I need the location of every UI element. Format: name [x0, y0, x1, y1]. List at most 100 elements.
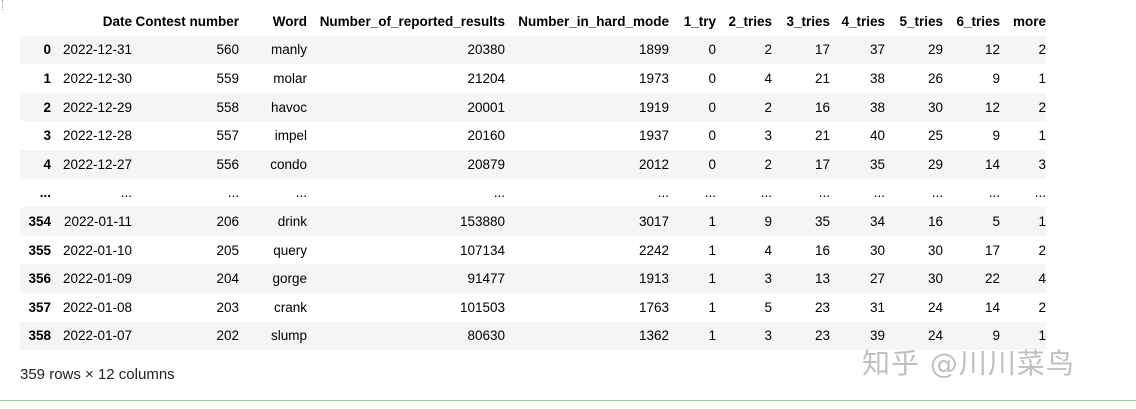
column-header: 3_tries — [772, 7, 830, 36]
table-cell: 13 — [814, 271, 830, 287]
table-cell: 2022-01-09 — [62, 271, 132, 287]
table-cell: 1913 — [638, 271, 669, 287]
table-cell: 14 — [984, 299, 1000, 315]
table-cell: 558 — [216, 99, 239, 115]
table-cell: 1 — [708, 271, 716, 287]
table-cell: 203 — [216, 299, 239, 315]
watermark: 知乎 @川川菜鸟 — [862, 347, 1075, 380]
column-header: Number_in_hard_mode — [505, 7, 669, 36]
table-cell: slump — [270, 328, 307, 344]
table-cell: 0 — [708, 70, 716, 86]
table-cell: 9 — [992, 70, 1000, 86]
table-cell: ... — [493, 185, 505, 201]
table-cell: 2 — [764, 99, 772, 115]
table-cell: 24 — [927, 299, 943, 315]
table-cell: 9 — [764, 213, 772, 229]
row-index: 0 — [43, 42, 51, 58]
table-cell: 80630 — [467, 328, 505, 344]
table-cell: 16 — [814, 99, 830, 115]
column-header: 4_tries — [830, 7, 885, 36]
table-cell: molar — [273, 70, 307, 86]
table-cell: ... — [931, 185, 943, 201]
dataframe-table: Date Contest number Word Number_of_reported… — [20, 7, 1046, 351]
dataframe-output: Date Contest number Word Number_of_reported… — [20, 7, 1046, 351]
table-cell: 35 — [869, 156, 885, 172]
table-cell: 27 — [869, 271, 885, 287]
table-cell: 12 — [984, 42, 1000, 58]
table-row: 355 2022-01-10 205 query 107134 2242 1 4 16 30 30 1… — [20, 235, 1046, 265]
table-cell: 2022-12-30 — [62, 70, 132, 86]
table-cell: 20380 — [467, 42, 505, 58]
table-cell: 202 — [216, 328, 239, 344]
table-cell: manly — [270, 42, 307, 58]
table-cell: 1 — [1038, 70, 1046, 86]
table-cell: 4 — [764, 70, 772, 86]
table-cell: 3 — [764, 271, 772, 287]
row-index: 357 — [28, 299, 51, 315]
row-index: 358 — [28, 328, 51, 344]
table-cell: 0 — [708, 156, 716, 172]
header-row: Date Contest number Word Number_of_reported… — [20, 7, 1046, 36]
table-cell: 2 — [764, 156, 772, 172]
table-cell: 29 — [927, 156, 943, 172]
table-cell: 2022-01-07 — [62, 328, 132, 344]
table-cell: 35 — [814, 213, 830, 229]
table-cell: ... — [988, 185, 1000, 201]
column-header: 2_tries — [716, 7, 772, 36]
column-header: 1_try — [669, 7, 716, 36]
table-cell: 1 — [1038, 213, 1046, 229]
row-index: 2 — [43, 99, 51, 115]
table-cell: ... — [120, 185, 132, 201]
table-cell: 4 — [764, 242, 772, 258]
row-index: 3 — [43, 128, 51, 144]
table-cell: 21 — [814, 70, 830, 86]
table-cell: ... — [1034, 185, 1046, 201]
table-cell: 29 — [927, 42, 943, 58]
table-cell: 30 — [869, 242, 885, 258]
table-cell: 204 — [216, 271, 239, 287]
table-cell: 12 — [984, 99, 1000, 115]
table-cell: 23 — [814, 299, 830, 315]
table-cell: 17 — [984, 242, 1000, 258]
table-cell: 14 — [984, 156, 1000, 172]
table-cell: 1763 — [638, 299, 669, 315]
table-cell: 34 — [869, 213, 885, 229]
table-cell: gorge — [272, 271, 307, 287]
table-cell: 206 — [216, 213, 239, 229]
table-cell: 2242 — [638, 242, 669, 258]
table-cell: 30 — [927, 271, 943, 287]
table-cell: ... — [873, 185, 885, 201]
table-cell: condo — [270, 156, 307, 172]
table-cell: 91477 — [467, 271, 505, 287]
table-cell: 0 — [708, 128, 716, 144]
row-index: 355 — [28, 242, 51, 258]
table-cell: 31 — [869, 299, 885, 315]
row-index: 1 — [43, 70, 51, 86]
table-cell: 2022-01-10 — [62, 242, 132, 258]
table-cell: 2 — [1038, 99, 1046, 115]
table-cell: 17 — [814, 42, 830, 58]
table-cell: 1 — [708, 242, 716, 258]
table-cell: 22 — [984, 271, 1000, 287]
table-cell: ... — [295, 185, 307, 201]
table-cell: 1 — [708, 328, 716, 344]
table-row: 354 2022-01-11 206 drink 153880 3017 1 9 35 34 16 5… — [20, 207, 1046, 236]
table-cell: havoc — [270, 99, 307, 115]
table-cell: 17 — [814, 156, 830, 172]
column-header: 6_tries — [943, 7, 1000, 36]
table-cell: 21 — [814, 128, 830, 144]
table-cell: 3017 — [638, 213, 669, 229]
table-cell: 205 — [216, 242, 239, 258]
table-row: 0 2022-12-31 560 manly 20380 1899 0 2 17 37 29 12 2 — [20, 35, 1046, 65]
table-body: 0 2022-12-31 560 manly 20380 1899 0 2 17 37 29 12 2 1… — [20, 35, 1046, 351]
table-cell: 560 — [216, 42, 239, 58]
table-cell: 107134 — [459, 242, 505, 258]
column-header: more — [1000, 7, 1046, 36]
table-cell: 2012 — [638, 156, 669, 172]
table-cell: 38 — [869, 99, 885, 115]
table-cell: 1 — [1038, 128, 1046, 144]
column-header: 5_tries — [885, 7, 943, 36]
column-header: Date — [51, 7, 132, 36]
table-cell: 38 — [869, 70, 885, 86]
table-cell: 5 — [764, 299, 772, 315]
